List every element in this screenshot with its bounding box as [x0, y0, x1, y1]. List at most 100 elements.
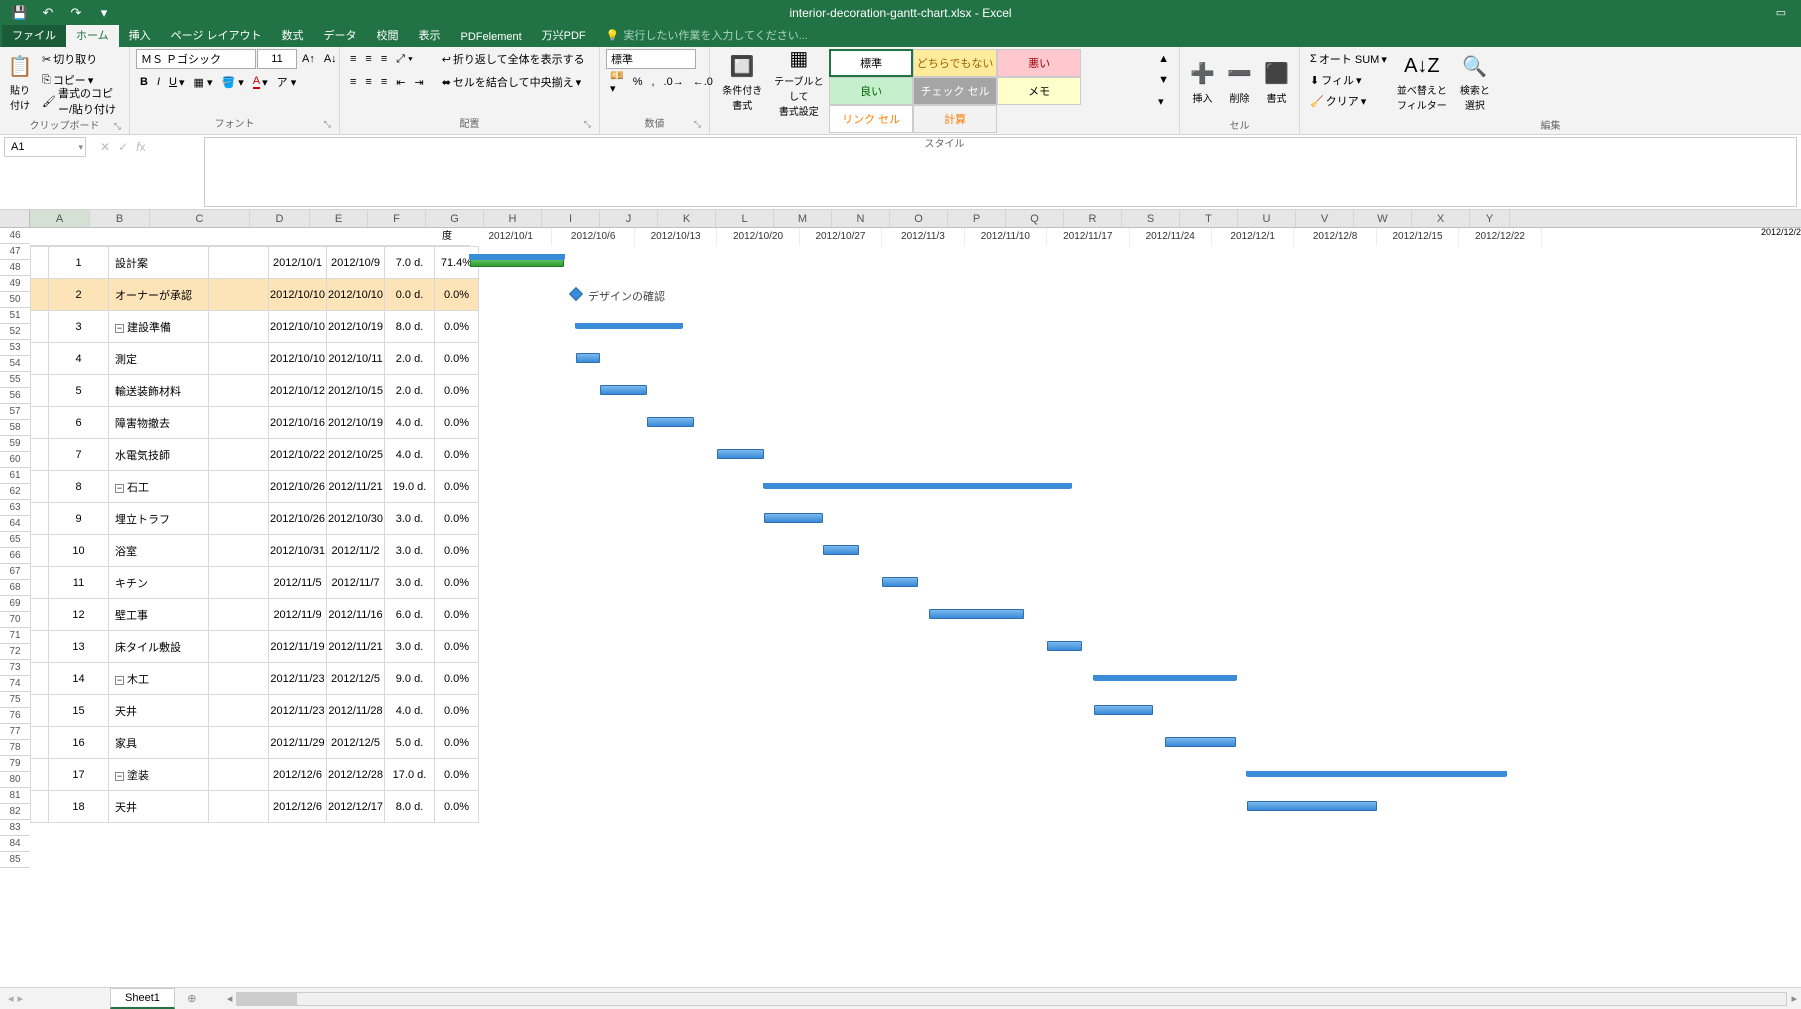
cell[interactable]: 2012/10/1	[269, 247, 327, 279]
cell[interactable]: 2012/12/5	[327, 663, 385, 695]
col-header-T[interactable]: T	[1180, 210, 1238, 227]
sheet-tab-sheet1[interactable]: Sheet1	[110, 988, 175, 1009]
row-header-55[interactable]: 55	[0, 372, 30, 388]
percent-button[interactable]: %	[629, 72, 647, 92]
cell[interactable]: キチン	[109, 567, 209, 599]
tell-me[interactable]: 💡 実行したい作業を入力してください...	[596, 23, 818, 47]
cell[interactable]: 13	[49, 631, 109, 663]
cell[interactable]	[209, 247, 269, 279]
cell[interactable]: 6.0 d.	[385, 599, 435, 631]
cell[interactable]	[209, 599, 269, 631]
col-header-R[interactable]: R	[1064, 210, 1122, 227]
row-header-61[interactable]: 61	[0, 468, 30, 484]
cell[interactable]: 3.0 d.	[385, 631, 435, 663]
cell[interactable]	[209, 567, 269, 599]
cell[interactable]: 5	[49, 375, 109, 407]
cell[interactable]: 0.0%	[435, 791, 479, 823]
cell[interactable]: 2012/11/29	[269, 727, 327, 759]
insert-cells-button[interactable]: ➕ 挿入	[1186, 49, 1219, 115]
cell[interactable]: 1	[49, 247, 109, 279]
row-header-79[interactable]: 79	[0, 756, 30, 772]
cell[interactable]	[31, 535, 49, 567]
cell[interactable]	[31, 407, 49, 439]
col-header-L[interactable]: L	[716, 210, 774, 227]
cell[interactable]: 2012/12/6	[269, 791, 327, 823]
row-header-59[interactable]: 59	[0, 436, 30, 452]
col-header-J[interactable]: J	[600, 210, 658, 227]
clipboard-dialog-icon[interactable]: ⤡	[114, 121, 121, 132]
cell[interactable]	[209, 791, 269, 823]
merge-center-button[interactable]: ⬌ セルを結合して中央揃え ▾	[438, 72, 589, 92]
cell[interactable]: 2012/10/26	[269, 471, 327, 503]
cell[interactable]	[31, 567, 49, 599]
cell[interactable]: 2012/11/23	[269, 663, 327, 695]
row-header-85[interactable]: 85	[0, 852, 30, 868]
style-item[interactable]: メモ	[997, 77, 1081, 105]
row-header-81[interactable]: 81	[0, 788, 30, 804]
sort-filter-button[interactable]: A↓Z 並べ替えと フィルター	[1395, 49, 1449, 115]
select-all-corner[interactable]	[0, 210, 30, 227]
align-middle-button[interactable]: ≡	[361, 49, 375, 69]
paste-button[interactable]: 📋 貼り付け	[6, 49, 34, 115]
col-header-N[interactable]: N	[832, 210, 890, 227]
cell[interactable]: 2012/12/5	[327, 727, 385, 759]
tab-data[interactable]: データ	[314, 23, 367, 47]
row-header-75[interactable]: 75	[0, 692, 30, 708]
cell[interactable]: 壁工事	[109, 599, 209, 631]
tab-home[interactable]: ホーム	[66, 23, 119, 47]
cell[interactable]: 天井	[109, 695, 209, 727]
cell[interactable]: 2012/10/31	[269, 535, 327, 567]
row-header-65[interactable]: 65	[0, 532, 30, 548]
gantt-summary-bar[interactable]	[576, 323, 682, 329]
cell[interactable]: オーナーが承認	[109, 279, 209, 311]
col-header-K[interactable]: K	[658, 210, 716, 227]
gantt-task-bar[interactable]	[882, 577, 917, 587]
row-header-47[interactable]: 47	[0, 244, 30, 260]
cell[interactable]: 2012/10/10	[269, 343, 327, 375]
cell[interactable]	[31, 791, 49, 823]
row-header-52[interactable]: 52	[0, 324, 30, 340]
cell[interactable]: 12	[49, 599, 109, 631]
cell[interactable]: 障害物撤去	[109, 407, 209, 439]
table-row[interactable]: 8−石工2012/10/262012/11/2119.0 d.0.0%	[31, 471, 479, 503]
number-dialog-icon[interactable]: ⤡	[694, 119, 701, 130]
style-item[interactable]: 悪い	[997, 49, 1081, 77]
cell[interactable]: 2012/10/10	[269, 311, 327, 343]
gantt-task-bar[interactable]	[576, 353, 600, 363]
gantt-task-bar[interactable]	[1094, 705, 1153, 715]
tree-toggle-icon[interactable]: −	[115, 772, 124, 781]
gantt-task-bar[interactable]	[1165, 737, 1236, 747]
cell[interactable]	[31, 247, 49, 279]
cell[interactable]	[209, 471, 269, 503]
cell[interactable]: 19.0 d.	[385, 471, 435, 503]
font-color-button[interactable]: A ▾	[249, 72, 272, 92]
cell[interactable]: 2012/12/6	[269, 759, 327, 791]
col-header-X[interactable]: X	[1412, 210, 1470, 227]
cell[interactable]: 3.0 d.	[385, 567, 435, 599]
style-item[interactable]: チェック セル	[913, 77, 997, 105]
alignment-dialog-icon[interactable]: ⤡	[584, 119, 591, 130]
col-header-S[interactable]: S	[1122, 210, 1180, 227]
style-item[interactable]: 計算	[913, 105, 997, 133]
cell[interactable]: 2.0 d.	[385, 375, 435, 407]
row-header-76[interactable]: 76	[0, 708, 30, 724]
font-dialog-icon[interactable]: ⤡	[324, 119, 331, 130]
conditional-format-button[interactable]: 🔲 条件付き 書式	[716, 49, 769, 115]
style-item[interactable]: リンク セル	[829, 105, 913, 133]
horizontal-scrollbar[interactable]: ◂ ▸	[223, 992, 1801, 1006]
cell[interactable]: 2012/10/10	[269, 279, 327, 311]
row-header-50[interactable]: 50	[0, 292, 30, 308]
cell[interactable]: 9.0 d.	[385, 663, 435, 695]
cell[interactable]: 2.0 d.	[385, 343, 435, 375]
row-header-48[interactable]: 48	[0, 260, 30, 276]
tab-review[interactable]: 校閲	[367, 23, 409, 47]
cell[interactable]: 10	[49, 535, 109, 567]
cell[interactable]: 2	[49, 279, 109, 311]
tab-file[interactable]: ファイル	[2, 23, 66, 47]
cell[interactable]: 2012/10/16	[269, 407, 327, 439]
delete-cells-button[interactable]: ➖ 削除	[1223, 49, 1256, 115]
row-header-83[interactable]: 83	[0, 820, 30, 836]
fill-button[interactable]: ⬇ フィル ▾	[1306, 70, 1391, 90]
add-sheet-button[interactable]: ⊕	[181, 990, 203, 1008]
col-header-Q[interactable]: Q	[1006, 210, 1064, 227]
